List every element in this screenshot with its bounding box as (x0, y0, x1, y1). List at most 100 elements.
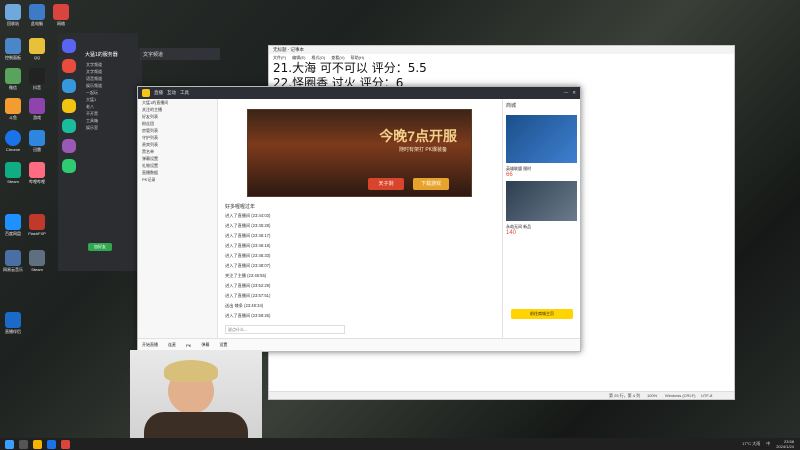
file-explorer-icon[interactable] (33, 439, 42, 449)
shop-item-price: 66 (506, 172, 513, 178)
desktop-icon[interactable]: QQ (26, 38, 48, 68)
server-icon[interactable] (62, 39, 76, 53)
banner-headline: 今晚7点开服 (379, 128, 457, 144)
channel-item[interactable]: 娱乐室 (82, 124, 142, 131)
shop-item-image[interactable] (506, 115, 577, 163)
log-entry: 关注了主播 (23:48:55) (225, 273, 267, 278)
channel-item[interactable]: 老八 (82, 103, 142, 110)
left-list-item[interactable]: 好友列表 (138, 113, 217, 120)
tab-interact[interactable]: 互动 (167, 90, 176, 96)
desktop-icon[interactable]: 斗鱼 (2, 98, 24, 128)
server-icon[interactable] (62, 99, 76, 113)
browser-icon[interactable] (47, 439, 56, 449)
desktop-icon[interactable]: Steam (2, 162, 24, 192)
server-icon[interactable] (62, 159, 76, 173)
clock-date: 2024/1/24 (776, 444, 794, 449)
start-icon[interactable] (5, 439, 14, 449)
text-line[interactable]: 21.大海 可不可以 评分：5.5 (269, 61, 734, 76)
add-friend-button[interactable]: 加好友 (88, 243, 112, 251)
shop-item-image[interactable] (506, 181, 577, 221)
menu-view[interactable]: 查看(V) (331, 55, 344, 60)
channel-item[interactable]: 语音频道 (82, 75, 142, 82)
minimize-icon[interactable]: — (564, 90, 569, 96)
desktop-icon[interactable]: 游戏 (26, 98, 48, 128)
pk-button[interactable]: PK (186, 343, 191, 348)
taskbar: 17°C 大雨 中 23:58 2024/1/24 (0, 438, 800, 450)
channel-item[interactable]: 大猛1 (82, 96, 142, 103)
channel-item[interactable]: 娱乐频道 (82, 82, 142, 89)
desktop-icon[interactable]: 哔哩哔哩 (26, 162, 48, 192)
app-logo-icon (142, 89, 150, 97)
log-entry: 送出 辣条 (23:48:34) (225, 303, 264, 308)
channel-item[interactable]: 不开黑 (82, 110, 142, 117)
zoom-level: 100% (647, 393, 658, 398)
tab-tools[interactable]: 工具 (180, 90, 189, 96)
start-live-button[interactable]: 开始直播 (142, 342, 158, 348)
tab-live[interactable]: 直播 (154, 90, 163, 96)
desktop-icon[interactable]: 此电脑 (26, 4, 48, 34)
desktop-icon[interactable]: 控制面板 (2, 38, 24, 68)
event-log: 进入了直播间 (23:44:03) 进入了直播间 (23:45:28) 进入了直… (219, 211, 501, 321)
app-icon[interactable] (61, 439, 70, 449)
desktop-icon[interactable]: 百度网盘 (2, 214, 24, 244)
desktop-icon[interactable]: 抖音 (26, 68, 48, 98)
channel-item[interactable]: 文字频道 (82, 61, 142, 68)
desktop-icon[interactable]: Chrome (2, 130, 24, 160)
menu-edit[interactable]: 编辑(E) (292, 55, 305, 60)
notepad-status-bar: 第 25 行，第 4 列 100% Windows (CRLF) UTF-8 (269, 391, 734, 399)
channel-item[interactable]: 文字频道 (82, 68, 142, 75)
chat-input[interactable] (225, 325, 345, 334)
left-list-item[interactable]: PK记录 (138, 176, 217, 183)
menu-file[interactable]: 文件(F) (273, 55, 286, 60)
danmaku-button[interactable]: 弹幕 (201, 342, 209, 348)
banner-download-button[interactable]: 下载游戏 (413, 178, 449, 190)
left-list-item[interactable]: 守护列表 (138, 134, 217, 141)
channel-item[interactable]: 一起玩 (82, 89, 142, 96)
banner-game-button[interactable]: 天子剑 (368, 178, 404, 190)
search-icon[interactable] (19, 439, 28, 449)
left-list-item[interactable]: 粉丝团 (138, 120, 217, 127)
server-icon[interactable] (62, 59, 76, 73)
menu-help[interactable]: 帮助(H) (351, 55, 365, 60)
left-list-item[interactable]: 贵宾列表 (138, 141, 217, 148)
desktop-icon[interactable]: 网易云音乐 (2, 250, 24, 280)
chat-app-channel-list: 大猛1的服务器 文字频道 文字频道 语音频道 娱乐频道 一起玩 大猛1 老八 不… (82, 48, 142, 270)
desktop-icon[interactable]: 直播伴侣 (2, 312, 24, 342)
left-list-item[interactable]: 礼物设置 (138, 162, 217, 169)
webcam-feed (130, 350, 262, 450)
left-list-item[interactable]: 房管列表 (138, 127, 217, 134)
ime-indicator[interactable]: 中 (766, 441, 770, 447)
server-icon[interactable] (62, 119, 76, 133)
game-ad-banner[interactable]: 今晚7点开服 随时有架打 PK爆装备 天子剑 下载游戏 (247, 109, 472, 197)
settings-button[interactable]: 设置 (219, 342, 227, 348)
desktop-icon[interactable]: 网络 (50, 4, 72, 34)
log-entry: 进入了直播间 (23:48:07) (225, 263, 271, 268)
desktop-icon[interactable]: FlashFXP (26, 214, 48, 244)
stream-center-panel: 今晚7点开服 随时有架打 PK爆装备 天子剑 下载游戏 好多喔喔过年 进入了直播… (219, 99, 501, 339)
server-icon[interactable] (62, 139, 76, 153)
left-list-item[interactable]: 直播数据 (138, 169, 217, 176)
left-list-item[interactable]: 弹幕设置 (138, 155, 217, 162)
stream-left-panel: 大猛1的直播间 关注的主播 好友列表 粉丝团 房管列表 守护列表 贵宾列表 黑名… (138, 99, 218, 339)
left-list-item[interactable]: 关注的主播 (138, 106, 217, 113)
notepad-title: 无标题 - 记事本 (269, 46, 734, 54)
close-icon[interactable]: ✕ (572, 90, 576, 96)
log-entry: 进入了直播间 (23:44:03) (225, 213, 271, 218)
shop-cta-button[interactable]: 前往商城主页 (511, 309, 573, 319)
desktop-icon[interactable]: 迅雷 (26, 130, 48, 160)
channel-item[interactable]: 工具箱 (82, 117, 142, 124)
desktop-icon[interactable]: Steam (26, 250, 48, 280)
clock: 23:58 2024/1/24 (776, 439, 794, 449)
log-entry: 进入了直播间 (23:57:51) (225, 293, 271, 298)
menu-format[interactable]: 格式(O) (311, 55, 325, 60)
desktop-icon[interactable]: 微信 (2, 68, 24, 98)
left-list-item[interactable]: 黑名单 (138, 148, 217, 155)
server-icon[interactable] (62, 79, 76, 93)
left-list-item[interactable]: 大猛1的直播间 (138, 99, 217, 106)
log-entry: 进入了直播间 (23:52:29) (225, 283, 271, 288)
log-entry: 进入了直播间 (23:45:28) (225, 223, 271, 228)
channel-title: 文字频道 (143, 52, 164, 58)
desktop-icon[interactable]: 回收站 (2, 4, 24, 34)
mic-link-button[interactable]: 连麦 (168, 342, 176, 348)
log-entry: 进入了直播间 (23:46:17) (225, 233, 271, 238)
